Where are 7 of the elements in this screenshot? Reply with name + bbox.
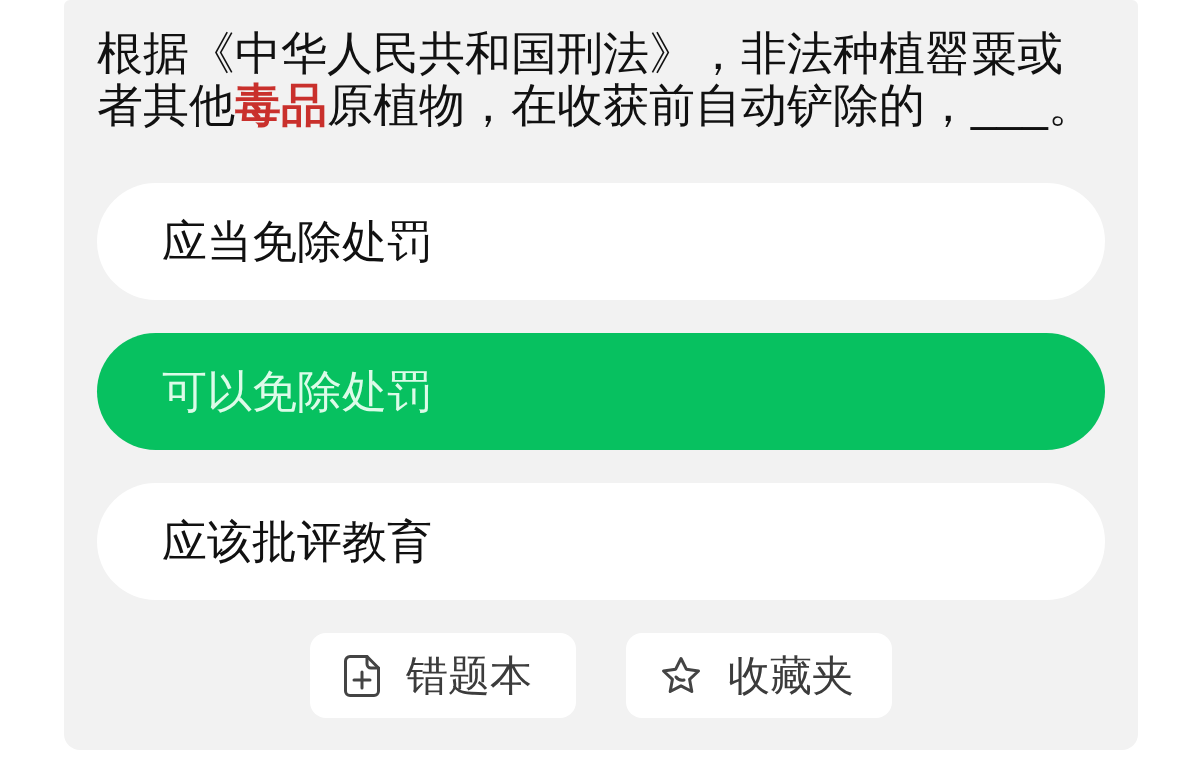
favorites-button[interactable]: 收藏夹 (626, 633, 892, 718)
file-plus-icon (344, 654, 380, 697)
question-text: 根据《中华人民共和国刑法》，非法种植罂粟或者其他毒品原植物，在收获前自动铲除的，___。 (97, 27, 1095, 131)
star-icon (660, 655, 702, 696)
answer-option[interactable]: 应当免除处罚 (97, 183, 1105, 300)
answer-option[interactable]: 应该批评教育 (97, 483, 1105, 600)
mistakes-button[interactable]: 错题本 (310, 633, 576, 718)
